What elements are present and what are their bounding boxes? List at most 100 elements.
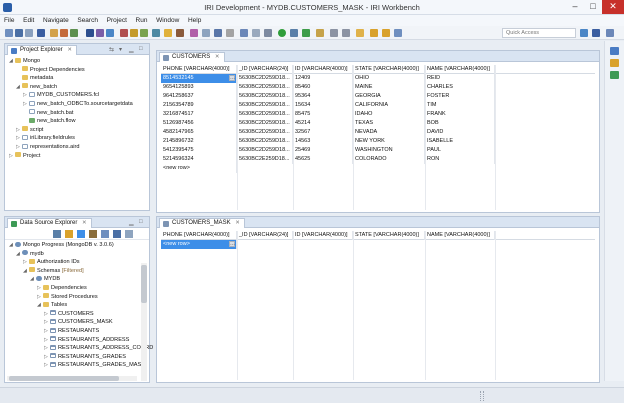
export-icon[interactable]	[113, 230, 121, 238]
tree-item[interactable]: ▷ CUSTOMERS_MASK	[44, 318, 113, 326]
job-icon[interactable]	[106, 29, 114, 37]
table-cell[interactable]: CALIFORNIA	[353, 101, 425, 110]
data-perspective-icon[interactable]	[606, 29, 614, 37]
table-row[interactable]: 5412395475 5630BC2D259D18... 25469 WASHINGT…	[161, 146, 595, 155]
prev-annotation-icon[interactable]	[342, 29, 350, 37]
h-scrollbar-thumb[interactable]	[9, 376, 119, 381]
column-header[interactable]: ID [VARCHAR(4000)]	[293, 65, 353, 74]
column-header[interactable]: STATE [VARCHAR(4000)]	[353, 65, 425, 74]
column-header[interactable]: STATE [VARCHAR(4000)]	[353, 231, 425, 240]
tree-item[interactable]: ▷ Dependencies	[37, 284, 87, 292]
print-icon[interactable]	[37, 29, 45, 37]
tree-item[interactable]: ▷ representations.aird	[16, 143, 79, 151]
menu-file[interactable]: File	[0, 15, 17, 24]
tree-item[interactable]: ▷ Project	[9, 152, 40, 160]
tree-item[interactable]: ▷ MYDB_CUSTOMERS.fcl	[23, 91, 99, 99]
flow-icon[interactable]	[190, 29, 198, 37]
column-header[interactable]: PHONE [VARCHAR(4000)]	[161, 65, 237, 74]
menu-help[interactable]: Help	[184, 15, 204, 24]
table-cell[interactable]: 32567	[293, 128, 353, 137]
new-connection-icon[interactable]	[101, 230, 109, 238]
tree-item[interactable]: ◢ Schemas [Filtered]	[23, 267, 84, 275]
tab-project-explorer[interactable]: Project Explorer ✕	[7, 45, 77, 55]
new-row-cell[interactable]: <new row>	[161, 164, 237, 173]
table-cell[interactable]: FOSTER	[425, 92, 495, 101]
column-header[interactable]: ID [VARCHAR(4000)]	[293, 231, 353, 240]
table-cell[interactable]: 5630BC2D259D18...	[237, 92, 293, 101]
save-all-icon[interactable]	[25, 29, 33, 37]
favorite-icon[interactable]	[164, 29, 172, 37]
table-row[interactable]: 9641258637 5630BC2D259D18... 95364 GEORGIA F…	[161, 92, 595, 101]
column-header[interactable]: NAME [VARCHAR(4000)]	[425, 231, 495, 240]
menu-run[interactable]: Run	[132, 15, 151, 24]
table-cell[interactable]: REID	[425, 74, 495, 83]
search-icon[interactable]	[316, 29, 324, 37]
sql-icon[interactable]	[240, 29, 248, 37]
table-cell[interactable]: 2156354789	[161, 101, 237, 110]
table-cell[interactable]: 95364	[293, 92, 353, 101]
table-cell[interactable]: TEXAS	[353, 119, 425, 128]
tree-item[interactable]: new_batch.flow	[23, 117, 76, 125]
close-icon[interactable]: ✕	[67, 47, 72, 53]
back-icon[interactable]	[370, 29, 378, 37]
table-cell[interactable]: 5630BC2D259D18...	[237, 101, 293, 110]
table-cell[interactable]: NEW YORK	[353, 137, 425, 146]
tree-item[interactable]: ◢ new_batch	[16, 83, 57, 91]
iri-perspective-icon[interactable]	[592, 29, 600, 37]
forward-icon[interactable]	[382, 29, 390, 37]
menu-project[interactable]: Project	[103, 15, 130, 24]
tab-customers-mask[interactable]: CUSTOMERS_MASK ✕	[159, 218, 245, 228]
outline-icon[interactable]	[610, 47, 619, 55]
table-cell[interactable]: BOB	[425, 119, 495, 128]
new-row[interactable]: <new row>…	[161, 240, 595, 249]
table-cell[interactable]: COLORADO	[353, 155, 425, 164]
save-icon[interactable]	[15, 29, 23, 37]
close-icon[interactable]: ✕	[82, 220, 87, 226]
tree-item[interactable]: Project Dependencies	[16, 66, 85, 74]
run-icon[interactable]	[278, 29, 286, 37]
table-cell[interactable]: GEORGIA	[353, 92, 425, 101]
status-handle[interactable]	[480, 391, 484, 401]
table-row[interactable]: 2145896732 5630BC2D259D18... 14563 NEW YORK…	[161, 137, 595, 146]
disconnect-icon[interactable]	[226, 29, 234, 37]
table-row[interactable]: 5214596324 5630BC2E259D18... 45625 COLORADO…	[161, 155, 595, 164]
table-cell[interactable]: 3216874517	[161, 110, 237, 119]
new-row[interactable]: <new row>	[161, 164, 595, 173]
tree-item[interactable]: ◢ mydb	[16, 250, 44, 258]
table-cell[interactable]: DAVID	[425, 128, 495, 137]
new-icon[interactable]	[5, 29, 13, 37]
tree-item[interactable]: metadata	[16, 74, 53, 82]
table-cell[interactable]: CHARLES	[425, 83, 495, 92]
tree-item[interactable]: ▷ RESTAURANTS_GRADES_MASK	[44, 361, 145, 369]
column-header[interactable]: NAME [VARCHAR(4000)]	[425, 65, 495, 74]
menu-navigate[interactable]: Navigate	[39, 15, 72, 24]
minimize-icon[interactable]: ▁	[129, 219, 134, 226]
next-annotation-icon[interactable]	[330, 29, 338, 37]
table-cell[interactable]: MAINE	[353, 83, 425, 92]
table-cell[interactable]: 5630BC2D259D18...	[237, 146, 293, 155]
maximize-button[interactable]: □	[584, 0, 602, 14]
menu-edit[interactable]: Edit	[19, 15, 37, 24]
new-row-cell[interactable]: <new row>…	[161, 240, 237, 249]
table-cell[interactable]: 5214596324	[161, 155, 237, 164]
table-cell[interactable]: IDAHO	[353, 110, 425, 119]
tree-item[interactable]: ◢ Tables	[37, 301, 67, 309]
minimize-icon[interactable]: ▁	[129, 46, 134, 53]
column-header[interactable]: _ID [VARCHAR(24)]	[237, 65, 293, 74]
run-config-icon[interactable]	[70, 29, 78, 37]
wizard-icon[interactable]	[50, 29, 58, 37]
tree-item[interactable]: ▷ Stored Procedures	[37, 293, 98, 301]
mask-icon[interactable]	[120, 29, 128, 37]
tree-item[interactable]: ▷ RESTAURANTS_ADDRESS	[44, 336, 129, 344]
tree-item[interactable]: new_batch.bat	[23, 109, 73, 117]
table-cell[interactable]: PAUL	[425, 146, 495, 155]
close-button[interactable]: ✕	[602, 0, 624, 14]
expand-arrow-icon[interactable]: ◢	[16, 250, 22, 258]
table-cell[interactable]: 5630BC2E259D18...	[237, 155, 293, 164]
table-row[interactable]: 4582147965 5630BC2D259D18... 32567 NEVADA DA…	[161, 128, 595, 137]
tree-item[interactable]: ▷ RESTAURANTS	[44, 327, 99, 335]
quick-access-input[interactable]: Quick Access	[502, 28, 576, 38]
table-cell[interactable]: 85460	[293, 83, 353, 92]
table-cell[interactable]: RON	[425, 155, 495, 164]
link-icon[interactable]	[65, 230, 73, 238]
